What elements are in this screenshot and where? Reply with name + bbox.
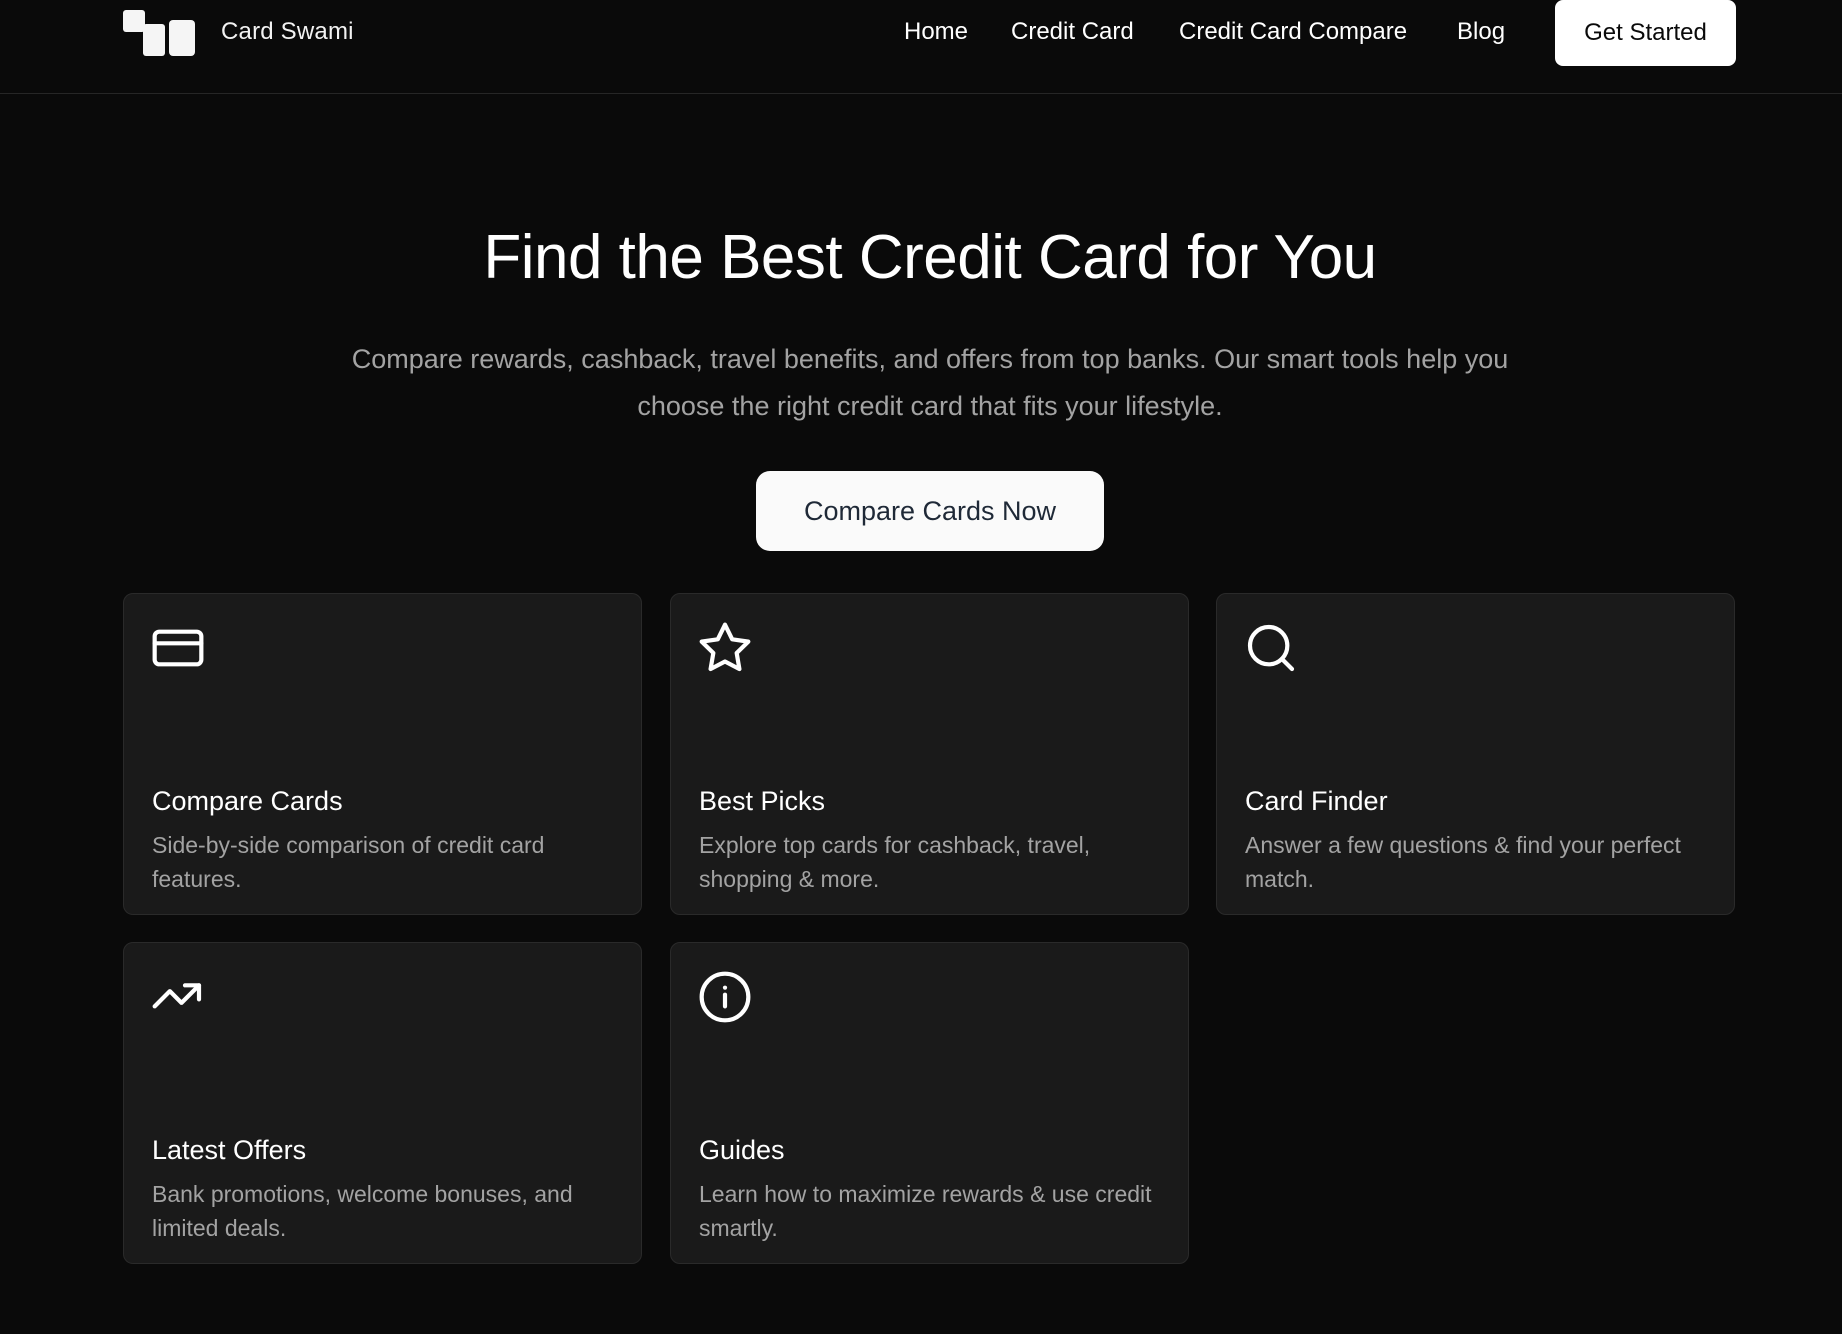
feature-description: Side-by-side comparison of credit card f… [152,832,545,892]
star-icon [697,620,753,676]
hero-title: Find the Best Credit Card for You [483,223,1377,292]
credit-card-icon [150,620,206,676]
hero-subtitle: Compare rewards, cashback, travel benefi… [351,344,1509,421]
feature-card-card-finder[interactable]: Card Finder Answer a few questions & fin… [1216,593,1735,915]
search-icon [1243,620,1299,676]
trending-up-icon [150,969,206,1025]
feature-description: Explore top cards for cashback, travel, … [699,832,1091,892]
compare-cards-now-button[interactable]: Compare Cards Now [756,471,1104,551]
site-header: Card Swami Home Credit Card Credit Card … [0,0,1842,94]
feature-description: Answer a few questions & find your perfe… [1245,832,1681,892]
feature-card-latest-offers[interactable]: Latest Offers Bank promotions, welcome b… [123,942,642,1264]
info-icon [697,969,753,1025]
feature-title: Latest Offers [152,1135,307,1165]
nav-home[interactable]: Home [904,18,968,46]
feature-card-compare-cards[interactable]: Compare Cards Side-by-side comparison of… [123,593,642,915]
feature-title: Compare Cards [152,786,343,816]
feature-card-best-picks[interactable]: Best Picks Explore top cards for cashbac… [670,593,1189,915]
feature-title: Card Finder [1245,786,1388,816]
nav-credit-card[interactable]: Credit Card [1011,18,1134,46]
nav-credit-card-compare[interactable]: Credit Card Compare [1179,18,1407,46]
feature-description: Bank promotions, welcome bonuses, and li… [152,1181,573,1241]
feature-title: Best Picks [699,786,826,816]
feature-description: Learn how to maximize rewards & use cred… [699,1181,1152,1241]
get-started-button[interactable]: Get Started [1555,0,1736,66]
feature-card-guides[interactable]: Guides Learn how to maximize rewards & u… [670,942,1189,1264]
feature-title: Guides [699,1135,785,1165]
nav-blog[interactable]: Blog [1457,18,1505,46]
